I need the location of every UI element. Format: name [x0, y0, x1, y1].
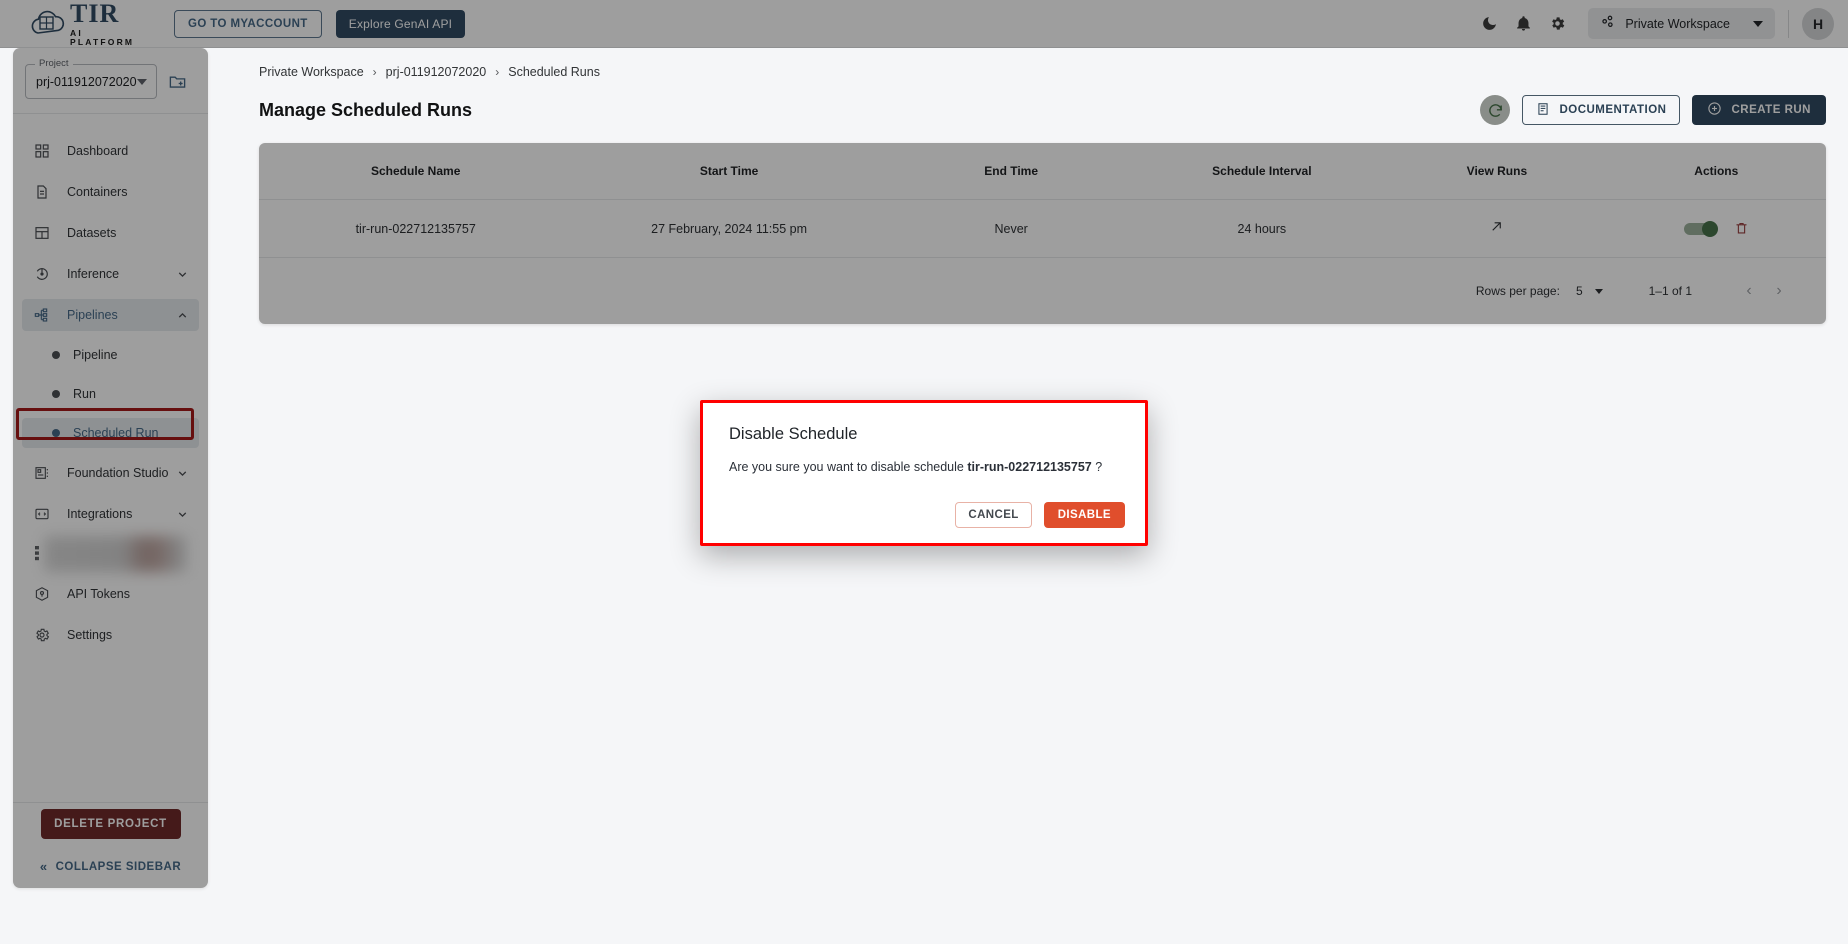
- dialog-message-target: tir-run-022712135757: [967, 460, 1092, 474]
- dialog-title: Disable Schedule: [729, 425, 858, 443]
- cancel-button[interactable]: CANCEL: [955, 502, 1032, 528]
- disable-schedule-dialog: Disable Schedule Are you sure you want t…: [700, 400, 1148, 546]
- dialog-message: Are you sure you want to disable schedul…: [703, 444, 1145, 474]
- dialog-message-suffix: ?: [1091, 460, 1103, 474]
- dialog-message-prefix: Are you sure you want to disable schedul…: [729, 460, 968, 474]
- app-root: TIR AI PLATFORM GO TO MYACCOUNT Explore …: [0, 0, 1848, 944]
- modal-overlay: Disable Schedule Are you sure you want t…: [0, 0, 1848, 944]
- dialog-actions: CANCEL DISABLE: [955, 502, 1125, 528]
- disable-button[interactable]: DISABLE: [1043, 502, 1125, 528]
